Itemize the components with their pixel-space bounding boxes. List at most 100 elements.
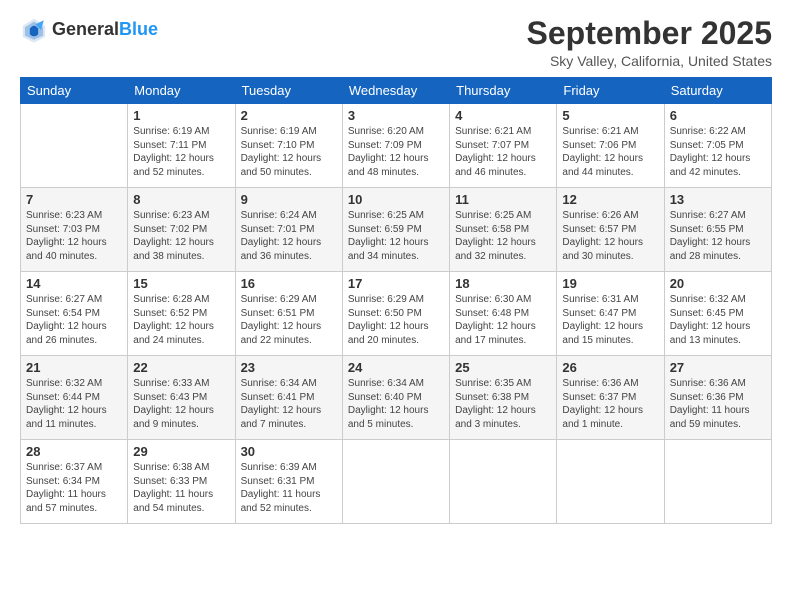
- logo: GeneralBlue: [20, 16, 158, 44]
- day-number: 12: [562, 192, 658, 207]
- day-header-thursday: Thursday: [450, 78, 557, 104]
- day-cell: 27 Sunrise: 6:36 AM Sunset: 6:36 PM Dayli…: [664, 356, 771, 440]
- day-number: 21: [26, 360, 122, 375]
- day-cell: 21 Sunrise: 6:32 AM Sunset: 6:44 PM Dayli…: [21, 356, 128, 440]
- day-info: Sunrise: 6:26 AM Sunset: 6:57 PM Dayligh…: [562, 209, 658, 263]
- day-header-sunday: Sunday: [21, 78, 128, 104]
- week-row-4: 21 Sunrise: 6:32 AM Sunset: 6:44 PM Dayli…: [21, 356, 772, 440]
- page: GeneralBlue September 2025 Sky Valley, C…: [0, 0, 792, 534]
- day-number: 4: [455, 108, 551, 123]
- day-info: Sunrise: 6:32 AM Sunset: 6:44 PM Dayligh…: [26, 377, 122, 431]
- day-info: Sunrise: 6:21 AM Sunset: 7:06 PM Dayligh…: [562, 125, 658, 179]
- day-info: Sunrise: 6:39 AM Sunset: 6:31 PM Dayligh…: [241, 461, 337, 515]
- day-number: 28: [26, 444, 122, 459]
- day-number: 26: [562, 360, 658, 375]
- day-header-friday: Friday: [557, 78, 664, 104]
- day-info: Sunrise: 6:20 AM Sunset: 7:09 PM Dayligh…: [348, 125, 444, 179]
- day-cell: 17 Sunrise: 6:29 AM Sunset: 6:50 PM Dayli…: [342, 272, 449, 356]
- day-number: 6: [670, 108, 766, 123]
- day-cell: 30 Sunrise: 6:39 AM Sunset: 6:31 PM Dayli…: [235, 440, 342, 524]
- day-info: Sunrise: 6:30 AM Sunset: 6:48 PM Dayligh…: [455, 293, 551, 347]
- day-cell: 25 Sunrise: 6:35 AM Sunset: 6:38 PM Dayli…: [450, 356, 557, 440]
- day-number: 9: [241, 192, 337, 207]
- day-cell: 1 Sunrise: 6:19 AM Sunset: 7:11 PM Daylig…: [128, 104, 235, 188]
- day-info: Sunrise: 6:25 AM Sunset: 6:59 PM Dayligh…: [348, 209, 444, 263]
- day-info: Sunrise: 6:31 AM Sunset: 6:47 PM Dayligh…: [562, 293, 658, 347]
- day-cell: 5 Sunrise: 6:21 AM Sunset: 7:06 PM Daylig…: [557, 104, 664, 188]
- day-info: Sunrise: 6:37 AM Sunset: 6:34 PM Dayligh…: [26, 461, 122, 515]
- day-cell: [21, 104, 128, 188]
- day-cell: 15Sunrise: 6:28 AM Sunset: 6:52 PM Dayli…: [128, 272, 235, 356]
- day-cell: 19 Sunrise: 6:31 AM Sunset: 6:47 PM Dayli…: [557, 272, 664, 356]
- day-cell: 20 Sunrise: 6:32 AM Sunset: 6:45 PM Dayli…: [664, 272, 771, 356]
- header-row: SundayMondayTuesdayWednesdayThursdayFrid…: [21, 78, 772, 104]
- day-cell: [342, 440, 449, 524]
- day-info: Sunrise: 6:19 AM Sunset: 7:11 PM Dayligh…: [133, 125, 229, 179]
- day-cell: [664, 440, 771, 524]
- logo-icon: [20, 16, 48, 44]
- day-cell: 23 Sunrise: 6:34 AM Sunset: 6:41 PM Dayli…: [235, 356, 342, 440]
- header: GeneralBlue September 2025 Sky Valley, C…: [20, 16, 772, 69]
- day-info: Sunrise: 6:36 AM Sunset: 6:37 PM Dayligh…: [562, 377, 658, 431]
- day-number: 17: [348, 276, 444, 291]
- day-info: Sunrise: 6:34 AM Sunset: 6:40 PM Dayligh…: [348, 377, 444, 431]
- day-number: 29: [133, 444, 229, 459]
- day-cell: 28 Sunrise: 6:37 AM Sunset: 6:34 PM Dayli…: [21, 440, 128, 524]
- day-cell: 4 Sunrise: 6:21 AM Sunset: 7:07 PM Daylig…: [450, 104, 557, 188]
- day-number: 7: [26, 192, 122, 207]
- day-info: Sunrise: 6:19 AM Sunset: 7:10 PM Dayligh…: [241, 125, 337, 179]
- day-number: 5: [562, 108, 658, 123]
- day-cell: 12 Sunrise: 6:26 AM Sunset: 6:57 PM Dayli…: [557, 188, 664, 272]
- day-cell: 16Sunrise: 6:29 AM Sunset: 6:51 PM Dayli…: [235, 272, 342, 356]
- day-info: Sunrise: 6:36 AM Sunset: 6:36 PM Dayligh…: [670, 377, 766, 431]
- day-cell: 10 Sunrise: 6:25 AM Sunset: 6:59 PM Dayli…: [342, 188, 449, 272]
- day-cell: 7Sunrise: 6:23 AM Sunset: 7:03 PM Daylig…: [21, 188, 128, 272]
- week-row-2: 7Sunrise: 6:23 AM Sunset: 7:03 PM Daylig…: [21, 188, 772, 272]
- day-number: 27: [670, 360, 766, 375]
- day-info: Sunrise: 6:29 AM Sunset: 6:50 PM Dayligh…: [348, 293, 444, 347]
- day-number: 10: [348, 192, 444, 207]
- day-info: Sunrise: 6:35 AM Sunset: 6:38 PM Dayligh…: [455, 377, 551, 431]
- day-number: 13: [670, 192, 766, 207]
- day-cell: 13 Sunrise: 6:27 AM Sunset: 6:55 PM Dayli…: [664, 188, 771, 272]
- day-info: Sunrise: 6:38 AM Sunset: 6:33 PM Dayligh…: [133, 461, 229, 515]
- day-number: 8: [133, 192, 229, 207]
- day-cell: 22Sunrise: 6:33 AM Sunset: 6:43 PM Dayli…: [128, 356, 235, 440]
- day-cell: 8Sunrise: 6:23 AM Sunset: 7:02 PM Daylig…: [128, 188, 235, 272]
- day-header-monday: Monday: [128, 78, 235, 104]
- calendar-table: SundayMondayTuesdayWednesdayThursdayFrid…: [20, 77, 772, 524]
- day-number: 25: [455, 360, 551, 375]
- day-number: 19: [562, 276, 658, 291]
- day-info: Sunrise: 6:34 AM Sunset: 6:41 PM Dayligh…: [241, 377, 337, 431]
- week-row-5: 28 Sunrise: 6:37 AM Sunset: 6:34 PM Dayli…: [21, 440, 772, 524]
- logo-blue: Blue: [119, 19, 158, 39]
- day-number: 3: [348, 108, 444, 123]
- day-number: 23: [241, 360, 337, 375]
- day-cell: 6 Sunrise: 6:22 AM Sunset: 7:05 PM Daylig…: [664, 104, 771, 188]
- day-cell: 9 Sunrise: 6:24 AM Sunset: 7:01 PM Daylig…: [235, 188, 342, 272]
- day-cell: 29 Sunrise: 6:38 AM Sunset: 6:33 PM Dayli…: [128, 440, 235, 524]
- day-header-wednesday: Wednesday: [342, 78, 449, 104]
- day-info: Sunrise: 6:32 AM Sunset: 6:45 PM Dayligh…: [670, 293, 766, 347]
- day-info: Sunrise: 6:24 AM Sunset: 7:01 PM Dayligh…: [241, 209, 337, 263]
- day-number: 1: [133, 108, 229, 123]
- day-cell: 18Sunrise: 6:30 AM Sunset: 6:48 PM Dayli…: [450, 272, 557, 356]
- day-cell: 3 Sunrise: 6:20 AM Sunset: 7:09 PM Daylig…: [342, 104, 449, 188]
- day-info: Sunrise: 6:33 AM Sunset: 6:43 PM Dayligh…: [133, 377, 229, 431]
- day-cell: 2 Sunrise: 6:19 AM Sunset: 7:10 PM Daylig…: [235, 104, 342, 188]
- day-header-saturday: Saturday: [664, 78, 771, 104]
- day-cell: 26 Sunrise: 6:36 AM Sunset: 6:37 PM Dayli…: [557, 356, 664, 440]
- day-number: 20: [670, 276, 766, 291]
- day-number: 30: [241, 444, 337, 459]
- day-cell: 11Sunrise: 6:25 AM Sunset: 6:58 PM Dayli…: [450, 188, 557, 272]
- main-title: September 2025: [527, 16, 772, 51]
- day-info: Sunrise: 6:27 AM Sunset: 6:55 PM Dayligh…: [670, 209, 766, 263]
- day-cell: [450, 440, 557, 524]
- day-info: Sunrise: 6:22 AM Sunset: 7:05 PM Dayligh…: [670, 125, 766, 179]
- day-number: 2: [241, 108, 337, 123]
- day-header-tuesday: Tuesday: [235, 78, 342, 104]
- day-info: Sunrise: 6:21 AM Sunset: 7:07 PM Dayligh…: [455, 125, 551, 179]
- day-cell: 24Sunrise: 6:34 AM Sunset: 6:40 PM Dayli…: [342, 356, 449, 440]
- logo-text: GeneralBlue: [52, 20, 158, 40]
- day-info: Sunrise: 6:28 AM Sunset: 6:52 PM Dayligh…: [133, 293, 229, 347]
